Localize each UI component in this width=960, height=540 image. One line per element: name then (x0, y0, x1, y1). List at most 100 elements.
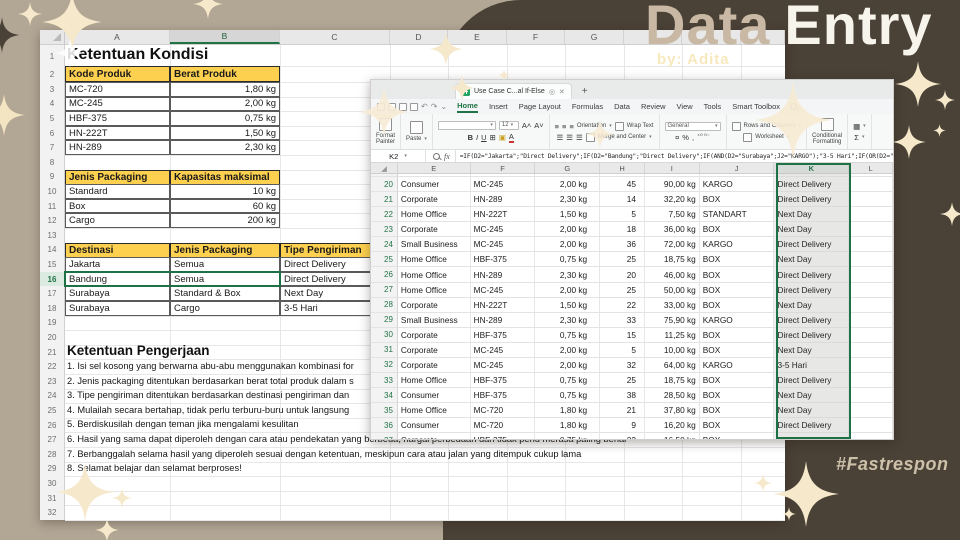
cell-r24-c6[interactable]: Direct Delivery (774, 237, 850, 253)
decimal-icons[interactable]: ⁺⁰ ⁰⁻ (697, 133, 710, 142)
cell-r20-c4[interactable]: 90,00 kg (644, 177, 700, 193)
cell-r29-L[interactable] (849, 312, 893, 328)
cell-r33-L[interactable] (849, 372, 893, 389)
number-format-select[interactable]: General ▾ (664, 121, 721, 131)
cell-r34-L[interactable] (849, 388, 893, 404)
column-header-D[interactable]: D (390, 30, 448, 44)
right-row-number-34[interactable]: 34 (371, 388, 398, 404)
row-number-31[interactable]: 31 (40, 491, 64, 506)
cell-r25-c4[interactable]: 18,75 kg (644, 252, 700, 268)
cell-destinasi-2[interactable]: Surabaya (65, 286, 170, 301)
column-header-B[interactable]: B (170, 30, 280, 44)
fill-color-icon[interactable]: ▣ (499, 133, 506, 142)
cell-r23-c3[interactable]: 18 (600, 222, 645, 238)
cell-r22-c6[interactable]: Next Day (774, 207, 850, 223)
row-number-12[interactable]: 12 (40, 213, 64, 228)
right-row-number-36[interactable]: 36 (371, 418, 398, 434)
cell-r37-c4[interactable]: 16,50 kg (645, 433, 700, 439)
cell-r21-c0[interactable]: Corporate (397, 192, 471, 208)
cell-r37-c1[interactable]: HBF-375 (471, 433, 536, 439)
cell-r22-c0[interactable]: Home Office (397, 207, 471, 223)
cell-r22-c2[interactable]: 1,50 kg (535, 207, 601, 223)
wrap-text-label[interactable]: Wrap Text (627, 123, 654, 130)
cell-r36-c4[interactable]: 16,20 kg (644, 418, 700, 434)
cell-r36-c5[interactable]: BOX (699, 418, 775, 434)
column-header-A[interactable]: A (65, 30, 170, 44)
row-number-18[interactable]: 18 (40, 301, 64, 316)
cell-r22-c1[interactable]: HN-222T (470, 207, 536, 223)
cell-jenis-0[interactable]: Semua (170, 257, 280, 272)
cell-r33-c4[interactable]: 18,75 kg (644, 372, 700, 389)
cell-r26-c6[interactable]: Direct Delivery (774, 267, 850, 283)
right-column-header-F[interactable]: F (471, 163, 536, 173)
cell-r33-c1[interactable]: HBF-375 (470, 372, 536, 389)
cell-r32-c4[interactable]: 64,00 kg (644, 357, 700, 373)
cell-r30-c5[interactable]: BOX (699, 327, 775, 343)
cell-r37-c0[interactable]: Corporate (398, 433, 471, 439)
row-number-20[interactable]: 20 (40, 330, 64, 345)
cell-r34-c5[interactable]: BOX (699, 388, 775, 404)
cell-r25-c3[interactable]: 25 (600, 252, 645, 268)
settings-icon[interactable] (410, 102, 418, 111)
cell-r35-c6[interactable]: Next Day (774, 403, 850, 419)
right-column-header-E[interactable]: E (398, 163, 471, 173)
conditional-formatting-group[interactable]: Conditional Formatting (807, 114, 849, 149)
section1-title[interactable]: Ketentuan Kondisi (67, 46, 208, 64)
comma-icon[interactable]: , (692, 133, 694, 142)
row-number-3[interactable]: 3 (40, 82, 64, 97)
cell-kode-MC-245[interactable]: MC-245 (65, 96, 170, 112)
cell-r24-c3[interactable]: 36 (600, 237, 645, 253)
cell-r24-c4[interactable]: 72,00 kg (644, 237, 700, 253)
cell-jenis-1[interactable]: Semua (170, 271, 280, 287)
cell-r21-c5[interactable]: BOX (699, 192, 775, 208)
redo-icon[interactable]: ↷ (431, 102, 438, 111)
menu-tools[interactable]: Tools (704, 102, 722, 111)
cell-r35-c5[interactable]: BOX (699, 403, 775, 419)
cell-r31-c1[interactable]: MC-245 (470, 342, 536, 358)
cell-jenis-3[interactable]: Cargo (170, 301, 280, 316)
cell-r20-c6[interactable]: Direct Delivery (774, 177, 850, 193)
formula-text[interactable]: =IF(D2="Jakarta";"Direct Delivery";IF(D2… (456, 153, 893, 160)
cell-r25-c1[interactable]: HBF-375 (470, 252, 536, 268)
cell-r30-c1[interactable]: HBF-375 (470, 327, 536, 343)
tab-close-icon[interactable]: ✕ (559, 88, 565, 96)
right-row-number-33[interactable]: 33 (371, 372, 398, 389)
right-row-number-25[interactable]: 25 (371, 252, 398, 268)
cell-r21-c3[interactable]: 14 (600, 192, 645, 208)
align-left-icon[interactable]: ☰ (557, 133, 564, 142)
align-bottom-icon[interactable]: ≡ (569, 122, 573, 131)
qat-dropdown-icon[interactable]: ⌄ (440, 102, 447, 111)
cell-r34-c0[interactable]: Consumer (397, 388, 471, 404)
cell-r25-c0[interactable]: Home Office (397, 252, 471, 268)
cell-berat-MC-245[interactable]: 2,00 kg (170, 96, 280, 112)
cell-r31-c5[interactable]: BOX (699, 342, 775, 358)
header-berat-produk[interactable]: Berat Produk (170, 66, 280, 82)
italic-button[interactable]: I (476, 133, 478, 142)
select-all-corner[interactable] (40, 30, 65, 45)
cell-r24-c5[interactable]: KARGO (699, 237, 775, 253)
right-row-number-31[interactable]: 31 (371, 342, 398, 358)
percent-icon[interactable]: % (682, 133, 689, 142)
cell-r28-L[interactable] (849, 297, 893, 313)
cell-berat-HBF-375[interactable]: 0,75 kg (170, 111, 280, 126)
cell-r27-L[interactable] (849, 282, 893, 298)
instruction-line-3[interactable]: 3. Tipe pengiriman ditentukan berdasarka… (67, 390, 349, 400)
cell-r31-c4[interactable]: 10,00 kg (644, 342, 700, 358)
cell-r34-c2[interactable]: 0,75 kg (535, 388, 601, 404)
row-number-1[interactable]: 1 (40, 46, 64, 66)
section2-title[interactable]: Ketentuan Pengerjaan (67, 343, 210, 358)
cell-r27-c3[interactable]: 25 (600, 282, 645, 298)
cell-packaging-Box[interactable]: Box (65, 198, 170, 214)
cell-r36-c1[interactable]: MC-720 (470, 418, 536, 434)
cell-r27-c6[interactable]: Direct Delivery (774, 282, 850, 298)
decrease-font-icon[interactable]: A˅ (534, 121, 543, 130)
align-right-icon[interactable]: ☰ (576, 133, 583, 142)
cell-r24-L[interactable] (849, 237, 893, 253)
cell-r27-c1[interactable]: MC-245 (470, 282, 536, 298)
cell-r35-c1[interactable]: MC-720 (470, 403, 536, 419)
cell-r29-c3[interactable]: 33 (600, 312, 645, 328)
menu-formulas[interactable]: Formulas (572, 102, 603, 111)
cell-r34-c6[interactable]: Next Day (774, 388, 850, 404)
instruction-line-8[interactable]: 8. Selamat belajar dan selamat berproses… (67, 463, 242, 473)
header-destinasi[interactable]: Destinasi (65, 242, 170, 259)
